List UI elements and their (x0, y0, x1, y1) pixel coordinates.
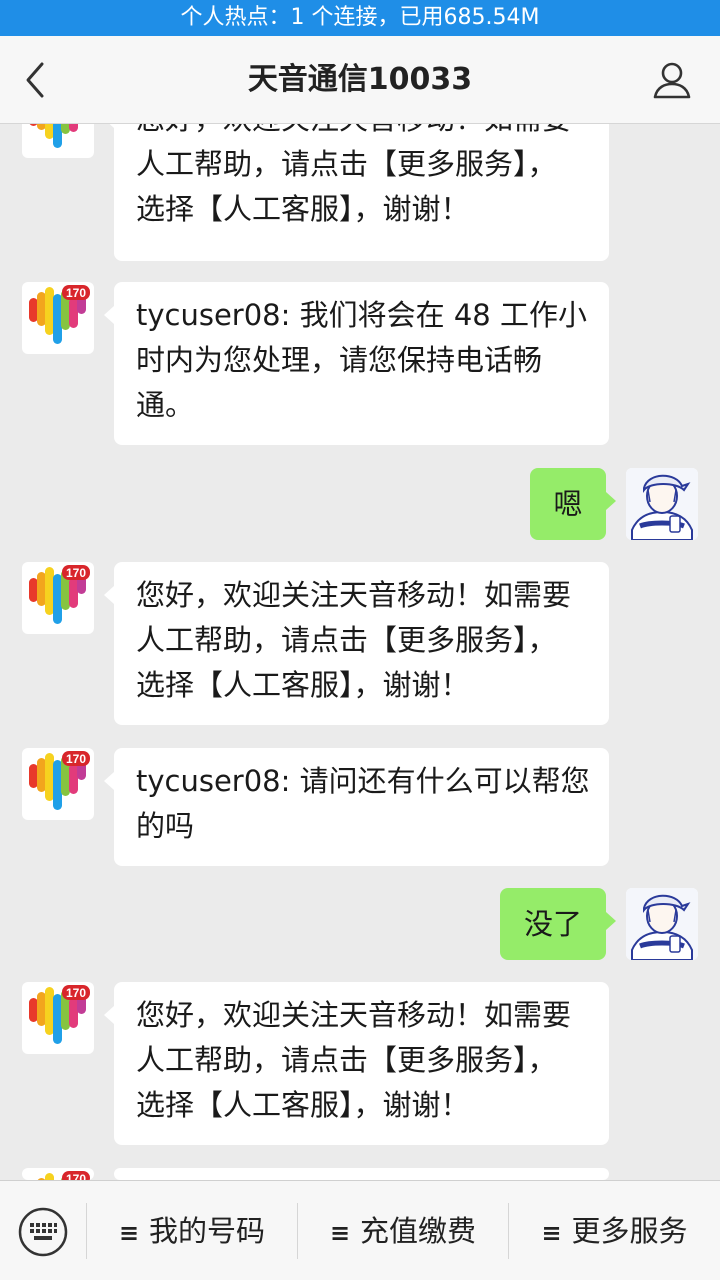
message-bubble-incoming[interactable]: tycuser08: 我们将会在 48 工作小 时内为您处理，请您保持电话畅 通。 (104, 282, 609, 445)
message-text-line: 人工帮助，请点击【更多服务】， (136, 623, 557, 657)
menu-recharge-button[interactable]: ≡ 充值缴费 (298, 1181, 508, 1280)
message-bubble-incoming[interactable] (114, 1168, 609, 1180)
message-text-line: 通。 (136, 388, 195, 422)
sender-avatar[interactable]: 170 (22, 748, 94, 820)
header: 天音通信10033 (0, 36, 720, 124)
message-text-line: 没了 (523, 907, 582, 941)
user-avatar-icon (626, 468, 698, 540)
avatar-badge-text: 170 (66, 566, 86, 580)
avatar-badge-text: 170 (66, 286, 86, 300)
message-text-line: 人工帮助，请点击【更多服务】， (136, 1043, 557, 1077)
chevron-left-icon (26, 62, 44, 98)
message-text-line: 您好，欢迎关注天音移动！如需要 (136, 998, 572, 1032)
menu-more-services-button[interactable]: ≡ 更多服务 (509, 1181, 720, 1280)
message-bubble-incoming[interactable]: 您好，欢迎关注天音移动！如需要人工帮助，请点击【更多服务】， 选择【人工客服】，谢… (104, 562, 609, 725)
menu-list-icon: ≡ (118, 1219, 140, 1247)
status-bar-text: 个人热点：1 个连接，已用685.54M (180, 5, 540, 30)
menu-list-icon: ≡ (541, 1219, 562, 1247)
message-bubble-incoming[interactable]: 您好，欢迎关注天音移动！如需要人工帮助，请点击【更多服务】， 选择【人工客服】，谢… (104, 982, 609, 1145)
sender-avatar[interactable]: 170 (22, 1168, 94, 1180)
message-text-line: tycuser08: 我们将会在 48 工作小 (136, 298, 587, 332)
menu-label: 充值缴费 (360, 1214, 477, 1248)
user-icon (653, 62, 691, 99)
sender-avatar[interactable]: 170 (22, 982, 94, 1054)
menu-list-icon: ≡ (329, 1219, 351, 1247)
sender-avatar[interactable]: 170 (22, 124, 94, 158)
message-text-line: 选择【人工客服】，谢谢！ (136, 1088, 470, 1122)
keyboard-icon (18, 1207, 68, 1257)
brand-logo-icon: 170 (29, 565, 90, 624)
bottom-menu: ≡ 我的号码 ≡ 充值缴费 ≡ 更多服务 (0, 1180, 720, 1280)
message-text-line: 您好，欢迎关注天音移动！如需要 (136, 124, 587, 142)
brand-logo-icon: 170 (29, 124, 78, 148)
avatar-badge-text: 170 (66, 752, 86, 766)
message-text-line: 选择【人工客服】，谢谢！ (136, 192, 470, 226)
message-text-line: 您好，欢迎关注天音移动！如需要 (136, 578, 572, 612)
avatar-badge-text: 170 (66, 1172, 86, 1180)
back-button[interactable] (18, 58, 58, 102)
brand-logo-icon: 170 (29, 751, 90, 810)
my-avatar[interactable] (626, 888, 698, 960)
message-bubble-incoming[interactable]: 您好，欢迎关注天音移动！如需要人工帮助，请点击【更多服务】， 选择【人工客服】，谢… (104, 124, 609, 261)
message-text-line: 嗯 (553, 487, 583, 521)
message-bubble-outgoing[interactable]: 没了 (500, 888, 616, 960)
menu-label: 我的号码 (149, 1214, 266, 1248)
user-avatar-icon (626, 888, 698, 960)
status-bar: 个人热点：1 个连接，已用685.54M (0, 0, 720, 36)
brand-logo-icon: 170 (37, 1171, 90, 1180)
brand-logo-icon: 170 (29, 985, 90, 1044)
chat-area[interactable]: 170您好，欢迎关注天音移动！如需要人工帮助，请点击【更多服务】，选择【人工客服… (0, 124, 720, 1180)
avatar-badge-text: 170 (66, 986, 86, 1000)
message-bubble-outgoing[interactable]: 嗯 (530, 468, 616, 540)
keyboard-toggle-button[interactable] (18, 1207, 68, 1257)
page-title: 天音通信10033 (247, 62, 473, 97)
message-text-line: 时内为您处理，请您保持电话畅 (136, 343, 543, 377)
message-text-line: 选择【人工客服】，谢谢！ (136, 668, 470, 702)
brand-logo-icon: 170 (29, 285, 90, 344)
message-bubble-incoming[interactable]: tycuser08: 请问还有什么可以帮您 的吗 (104, 748, 609, 866)
sender-avatar[interactable]: 170 (22, 282, 94, 354)
sender-avatar[interactable]: 170 (22, 562, 94, 634)
my-avatar[interactable] (626, 468, 698, 540)
message-text-line: 的吗 (136, 809, 195, 843)
message-text-line: tycuser08: 请问还有什么可以帮您 (136, 764, 590, 798)
menu-label: 更多服务 (571, 1214, 688, 1248)
menu-my-number-button[interactable]: ≡ 我的号码 (87, 1181, 297, 1280)
message-text-line: 人工帮助，请点击【更多服务】， (136, 147, 557, 181)
profile-button[interactable] (652, 60, 692, 100)
